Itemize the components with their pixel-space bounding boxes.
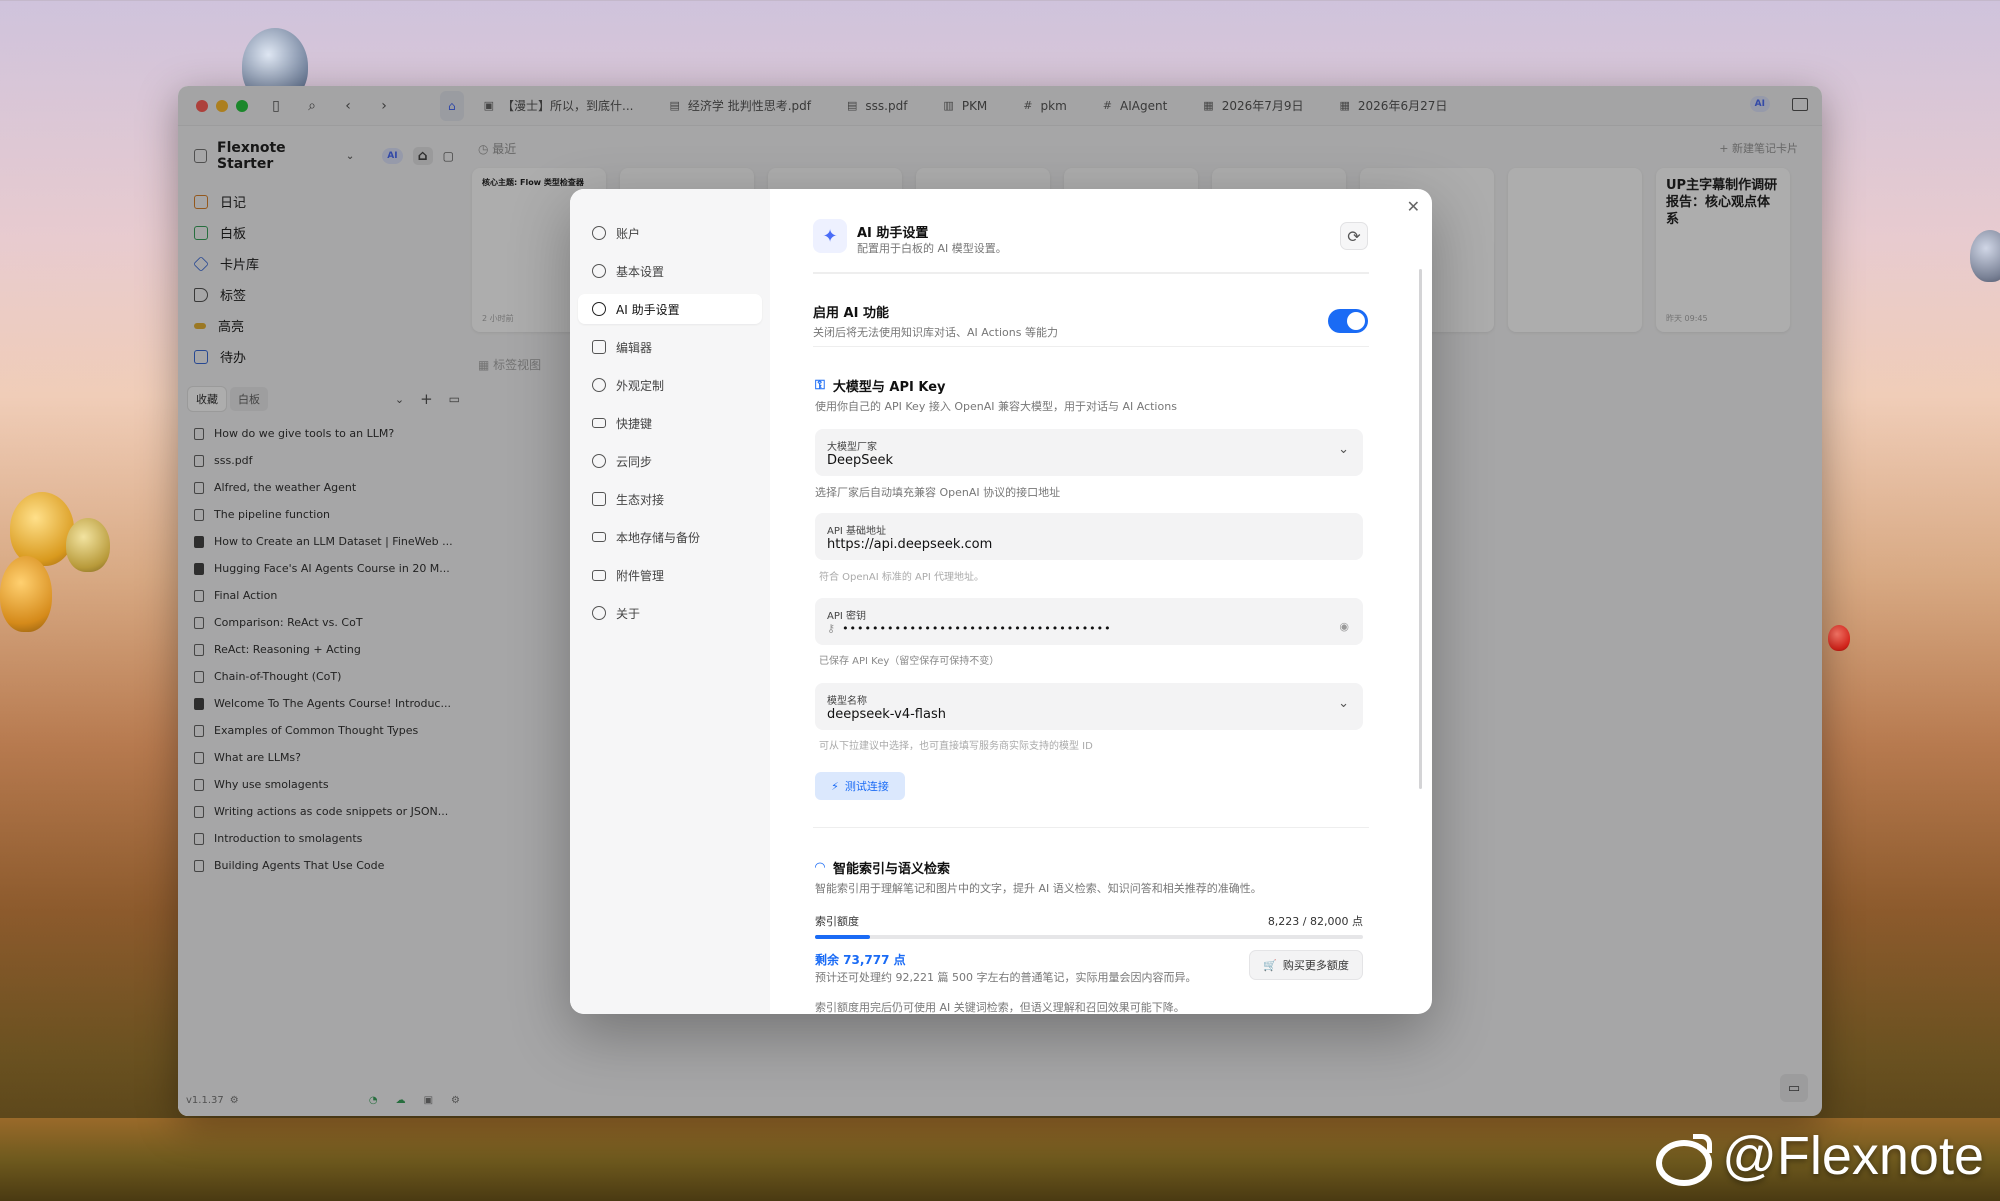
- api-key-hint: 已保存 API Key（留空保存可保持不变）: [819, 656, 1000, 667]
- eye-icon[interactable]: ◉: [1339, 620, 1349, 633]
- quota-estimate: 预计还可处理约 92,221 篇 500 字左右的普通笔记，实际用量会因内容而异…: [815, 971, 1197, 984]
- weibo-logo-icon: [1654, 1134, 1713, 1186]
- info-icon: [592, 606, 606, 620]
- watermark: @Flexnote: [1654, 1125, 1984, 1187]
- plug-icon: ⚡: [831, 779, 839, 793]
- balloon-decoration: [10, 492, 74, 566]
- settings-nav-general[interactable]: 基本设置: [578, 256, 762, 286]
- storage-icon: [592, 532, 606, 542]
- index-section-title: ◠ 智能索引与语义检索: [815, 860, 951, 877]
- palette-icon: [592, 378, 606, 392]
- quota-value: 8,223 / 82,000 点: [1267, 915, 1363, 928]
- settings-nav-shortcuts[interactable]: 快捷键: [578, 408, 762, 438]
- provider-select[interactable]: 大模型厂家 DeepSeek ⌄: [815, 429, 1363, 476]
- base-url-hint: 符合 OpenAI 标准的 API 代理地址。: [819, 572, 985, 583]
- page-title: AI 助手设置: [857, 226, 929, 241]
- page-subtitle: 配置用于白板的 AI 模型设置。: [857, 242, 1007, 255]
- quota-footnote: 索引额度用完后仍可使用 AI 关键词检索，但语义理解和召回效果可能下降。: [815, 1001, 1185, 1014]
- chevron-down-icon: ⌄: [1338, 442, 1349, 457]
- api-key-input[interactable]: API 密钥 ⚷ ••••••••••••••••••••••••••••••••…: [815, 598, 1363, 645]
- buy-quota-button[interactable]: 🛒 购买更多额度: [1249, 950, 1363, 980]
- divider: [813, 272, 1369, 274]
- llm-section-title: ⚿ 大模型与 API Key: [815, 378, 946, 395]
- refresh-button[interactable]: ⟳: [1340, 222, 1368, 250]
- settings-nav-ai[interactable]: AI 助手设置: [578, 294, 762, 324]
- scrollbar[interactable]: [1419, 269, 1422, 789]
- edit-icon: [592, 340, 606, 354]
- test-connection-button[interactable]: ⚡ 测试连接: [815, 772, 905, 800]
- folder-icon: [592, 569, 606, 581]
- refresh-icon: ⟳: [1347, 226, 1361, 246]
- ai-icon: [592, 302, 606, 316]
- settings-nav: 账户 基本设置 AI 助手设置 编辑器 外观定制 快捷键 云同步 生态对接 本地…: [570, 189, 770, 1014]
- key-small-icon: ⚷: [827, 622, 837, 635]
- user-icon: [592, 226, 606, 240]
- quota-progress-bar: [815, 935, 1363, 939]
- key-icon: ⚿: [815, 378, 825, 393]
- cart-icon: 🛒: [1263, 958, 1277, 972]
- settings-modal: 账户 基本设置 AI 助手设置 编辑器 外观定制 快捷键 云同步 生态对接 本地…: [570, 189, 1432, 1014]
- enable-ai-desc: 关闭后将无法使用知识库对话、AI Actions 等能力: [813, 326, 1058, 339]
- settings-nav-attachments[interactable]: 附件管理: [578, 560, 762, 590]
- enable-ai-label: 启用 AI 功能: [813, 306, 889, 321]
- model-select[interactable]: 模型名称 deepseek-v4-flash ⌄: [815, 683, 1363, 730]
- keyboard-icon: [592, 418, 606, 428]
- index-section-desc: 智能索引用于理解笔记和图片中的文字，提升 AI 语义检索、知识问答和相关推荐的准…: [815, 882, 1262, 895]
- balloon-decoration: [1970, 230, 2000, 282]
- settings-nav-account[interactable]: 账户: [578, 218, 762, 248]
- settings-nav-about[interactable]: 关于: [578, 598, 762, 628]
- remaining-quota: 剩余 73,777 点: [815, 953, 906, 967]
- settings-nav-integrations[interactable]: 生态对接: [578, 484, 762, 514]
- globe-icon: [592, 264, 606, 278]
- cloud-sync-icon: [592, 454, 606, 468]
- divider: [813, 827, 1369, 828]
- balloon-decoration: [0, 556, 52, 632]
- llm-section-desc: 使用你自己的 API Key 接入 OpenAI 兼容大模型，用于对话与 AI …: [815, 400, 1177, 413]
- balloon-decoration: [1828, 625, 1850, 651]
- settings-nav-editor[interactable]: 编辑器: [578, 332, 762, 362]
- settings-content: ✕ ✦ AI 助手设置 配置用于白板的 AI 模型设置。 ⟳ 启用 AI 功能 …: [770, 189, 1432, 1014]
- provider-hint: 选择厂家后自动填充兼容 OpenAI 协议的接口地址: [815, 486, 1061, 499]
- model-hint: 可从下拉建议中选择，也可直接填写服务商实际支持的模型 ID: [819, 741, 1093, 752]
- close-icon[interactable]: ✕: [1407, 197, 1420, 216]
- quota-progress-fill: [815, 935, 870, 939]
- chevron-down-icon: ⌄: [1338, 696, 1349, 711]
- settings-nav-appearance[interactable]: 外观定制: [578, 370, 762, 400]
- integration-icon: [592, 492, 606, 506]
- base-url-input[interactable]: API 基础地址 https://api.deepseek.com: [815, 513, 1363, 560]
- gauge-icon: ◠: [815, 860, 825, 875]
- settings-nav-storage[interactable]: 本地存储与备份: [578, 522, 762, 552]
- divider: [813, 346, 1369, 347]
- balloon-decoration: [66, 518, 110, 572]
- settings-nav-sync[interactable]: 云同步: [578, 446, 762, 476]
- enable-ai-toggle[interactable]: [1328, 309, 1368, 333]
- quota-label: 索引额度: [815, 915, 859, 928]
- sparkle-icon: ✦: [813, 219, 847, 253]
